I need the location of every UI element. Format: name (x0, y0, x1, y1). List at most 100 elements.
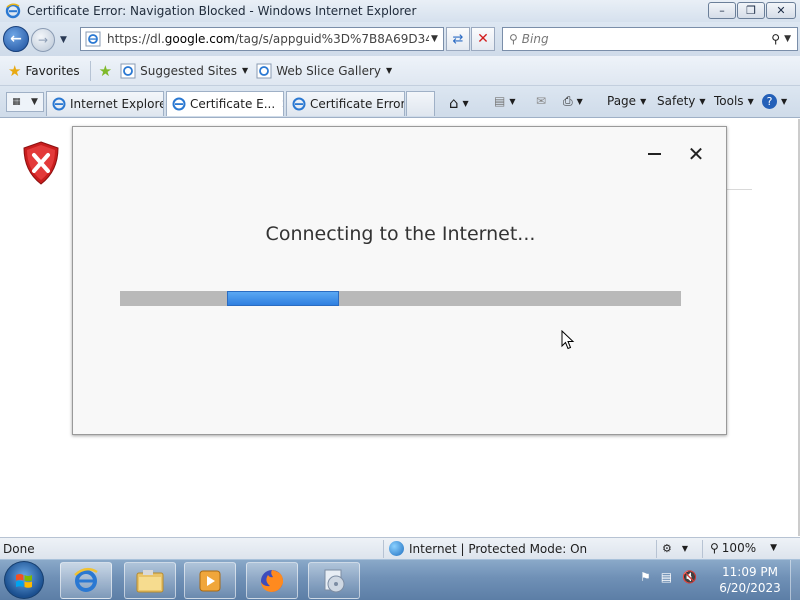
mouse-cursor-icon (561, 330, 575, 350)
tab-certificate-error[interactable]: Certificate Error... (286, 91, 405, 116)
tools-menu-label: Tools (714, 94, 744, 108)
globe-icon (389, 541, 404, 556)
zoom-level: 100% (721, 541, 757, 555)
favorites-divider (89, 60, 91, 81)
back-arrow-icon: ← (10, 31, 22, 47)
page-menu[interactable]: Page ▼ (607, 94, 646, 108)
forward-button[interactable]: → (31, 28, 55, 52)
tab-certificate-error-active[interactable]: Certificate E... ✕ (166, 91, 284, 116)
search-icon[interactable]: ⚲ (771, 32, 780, 46)
window-close-button[interactable]: ✕ (766, 2, 796, 19)
url-domain: google.com (164, 32, 235, 46)
safety-menu-label: Safety (657, 94, 696, 108)
quick-tabs-button[interactable]: ▦ ▼ (6, 92, 44, 112)
printer-icon: ⎙ (563, 94, 573, 108)
read-mail-button[interactable]: ✉ (536, 94, 546, 108)
search-dropdown-icon[interactable]: ▼ (784, 34, 791, 44)
search-box[interactable]: ⚲ Bing ⚲ ▼ (502, 27, 798, 51)
content-divider (726, 189, 752, 190)
add-favorite-icon[interactable]: ★ (99, 62, 112, 80)
home-button[interactable]: ⌂ ▼ (449, 94, 469, 112)
favorites-label: Favorites (25, 63, 80, 78)
taskbar: ⚑ ▤ 🔇 11:09 PM 6/20/2023 (0, 559, 800, 600)
search-placeholder[interactable]: Bing (522, 32, 771, 46)
zoom-control[interactable]: ⚲ 100% ▼ (710, 541, 777, 555)
favorites-button[interactable]: ★ Favorites (8, 62, 80, 80)
dialog-minimize-button[interactable] (645, 145, 663, 163)
mail-icon: ✉ (536, 94, 547, 108)
tab-label: Certificate Error... (310, 97, 405, 111)
system-tray: ⚑ ▤ 🔇 (640, 570, 697, 584)
close-icon: ✕ (687, 142, 705, 166)
taskbar-clock[interactable]: 11:09 PM 6/20/2023 (716, 564, 784, 596)
home-icon: ⌂ (449, 94, 459, 112)
window-minimize-button[interactable]: – (708, 2, 736, 19)
safety-menu[interactable]: Safety ▼ (657, 94, 706, 108)
favorites-star-icon: ★ (8, 61, 22, 80)
chevron-down-icon: ▼ (681, 544, 689, 553)
web-slice-gallery-link[interactable]: Web Slice Gallery ▼ (256, 63, 392, 79)
window-title: Certificate Error: Navigation Blocked - … (27, 4, 417, 18)
back-button[interactable]: ← (3, 26, 29, 52)
taskbar-media-player[interactable] (184, 562, 236, 599)
title-bar: Certificate Error: Navigation Blocked - … (0, 0, 800, 22)
tab-internet-explorer[interactable]: Internet Explore... (46, 91, 164, 116)
favorites-bar: ★ Favorites ★ Suggested Sites ▼ Web Slic… (0, 56, 800, 86)
suggested-sites-link[interactable]: Suggested Sites ▼ (120, 63, 248, 79)
recent-pages-dropdown[interactable]: ▼ (60, 35, 67, 45)
action-center-flag-icon[interactable]: ⚑ (640, 570, 651, 584)
ie-page-icon (85, 31, 101, 47)
connecting-dialog: ✕ Connecting to the Internet... (72, 126, 727, 435)
minimize-icon (647, 153, 661, 155)
taskbar-firefox[interactable] (246, 562, 298, 599)
address-url[interactable]: https://dl.google.com/tag/s/appguid%3D%7… (107, 32, 429, 46)
maximize-icon: ❐ (746, 4, 756, 17)
help-button[interactable]: ? ▼ (762, 94, 787, 109)
window-maximize-button[interactable]: ❐ (737, 2, 765, 19)
windows-logo-icon (16, 574, 32, 588)
progress-fill (227, 291, 339, 306)
ie-logo-icon (292, 97, 306, 111)
status-bar: Done Internet | Protected Mode: On ⚙ ▼ ⚲ … (0, 537, 800, 559)
stop-button[interactable]: ✕ (471, 27, 495, 51)
security-zone[interactable]: Internet | Protected Mode: On (389, 541, 587, 556)
show-desktop-button[interactable] (790, 560, 800, 600)
rss-feed-icon: ▤ (494, 94, 506, 108)
web-slice-gallery-label: Web Slice Gallery (276, 63, 381, 78)
chevron-down-icon: ▼ (30, 97, 38, 107)
clock-date: 6/20/2023 (719, 581, 781, 595)
ie-logo-icon (52, 97, 66, 111)
security-shield-error-icon (23, 141, 59, 185)
tab-close-icon[interactable]: ✕ (281, 97, 283, 111)
address-bar[interactable]: https://dl.google.com/tag/s/appguid%3D%7… (80, 27, 444, 51)
address-dropdown-icon[interactable]: ▼ (431, 34, 438, 44)
tab-label: Certificate E... (190, 97, 276, 111)
ie-logo-icon (74, 567, 98, 592)
chevron-down-icon: ▼ (781, 97, 788, 106)
ie-page-icon (256, 63, 272, 78)
start-button[interactable] (4, 561, 44, 599)
dialog-message: Connecting to the Internet... (265, 223, 536, 245)
feeds-button[interactable]: ▤ ▼ (494, 94, 516, 108)
tab-label: Internet Explore... (70, 97, 163, 111)
taskbar-setup-disc[interactable] (308, 562, 360, 599)
network-icon[interactable]: ▤ (661, 570, 672, 584)
print-button[interactable]: ⎙ ▼ (563, 94, 583, 109)
protected-mode-button[interactable]: ⚙ ▼ (662, 542, 688, 555)
chevron-down-icon: ▼ (576, 97, 583, 106)
help-icon: ? (762, 94, 777, 109)
folder-icon (136, 569, 164, 592)
volume-muted-icon[interactable]: 🔇 (682, 570, 697, 584)
url-suffix: /tag/s/appguid%3D%7B8A69D345-D56 (234, 32, 429, 46)
dialog-close-button[interactable]: ✕ (685, 142, 707, 166)
new-tab-button[interactable] (406, 91, 435, 116)
tools-menu[interactable]: Tools ▼ (714, 94, 754, 108)
compatibility-refresh-button[interactable]: ⇄ (446, 27, 470, 51)
taskbar-internet-explorer[interactable] (60, 562, 112, 599)
chevron-down-icon: ▼ (242, 66, 249, 75)
ie-page-icon (120, 63, 136, 78)
taskbar-file-explorer[interactable] (124, 562, 176, 599)
close-icon: ✕ (776, 4, 786, 17)
stop-icon: ✕ (477, 31, 489, 47)
security-zone-label: Internet | Protected Mode: On (409, 541, 588, 556)
